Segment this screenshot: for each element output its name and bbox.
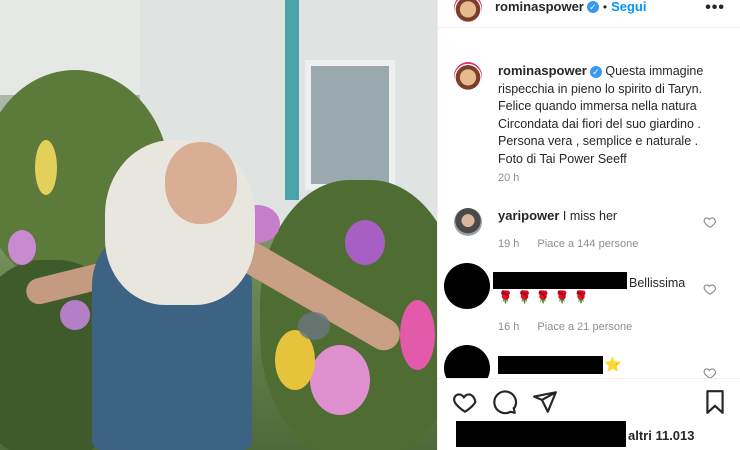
- post-photo[interactable]: [0, 0, 437, 450]
- verified-badge-icon: ✓: [589, 65, 602, 78]
- caption-line: Circondata dai fiori del suo giardino .: [498, 116, 701, 131]
- photo-flower: [345, 220, 385, 265]
- redacted-liker-name: [456, 421, 626, 447]
- caption-username[interactable]: rominaspower: [498, 63, 587, 78]
- photo-flower: [35, 140, 57, 195]
- commenter-avatar[interactable]: [454, 208, 482, 236]
- comment-timestamp[interactable]: 16 h: [498, 321, 519, 333]
- photo-flower: [60, 300, 90, 330]
- caption-timestamp[interactable]: 20 h: [498, 172, 519, 184]
- caption-line: rominaspower ✓ Questa immagine: [498, 62, 734, 81]
- comment-text: Bellissima: [629, 276, 686, 290]
- caption-line: rispecchia in pieno lo spirito di Taryn.: [498, 81, 703, 96]
- comment-icon[interactable]: [492, 389, 518, 415]
- comment-username[interactable]: yaripower: [498, 208, 559, 223]
- redacted-username: [493, 272, 627, 289]
- comment-text: I miss her: [562, 209, 618, 223]
- verified-badge-icon: ✓: [586, 0, 599, 13]
- bookmark-icon[interactable]: [702, 389, 728, 415]
- caption-line: Persona vera , semplice e naturale .: [498, 134, 699, 148]
- post-header: rominaspower ✓ • Segui •••: [438, 0, 740, 28]
- follow-button[interactable]: Segui: [611, 0, 646, 14]
- separator-dot: •: [602, 0, 608, 14]
- house-trim: [285, 0, 299, 200]
- caption-text: Questa immagine: [605, 64, 704, 78]
- more-options-icon[interactable]: •••: [705, 0, 725, 17]
- redacted-username: [498, 356, 603, 374]
- action-bar: altri 11.013: [438, 378, 740, 450]
- header-user: rominaspower ✓ • Segui: [495, 0, 646, 16]
- username-link[interactable]: rominaspower: [495, 0, 584, 14]
- comment-meta: 16 h Piace a 21 persone: [498, 321, 632, 333]
- house-window: [305, 60, 395, 190]
- comment-emoji: 🌹🌹🌹🌹🌹: [498, 290, 593, 304]
- photo-flower: [400, 300, 435, 370]
- photo-flower: [8, 230, 36, 265]
- share-icon[interactable]: [532, 389, 558, 415]
- comment-like-heart-icon[interactable]: [703, 282, 717, 296]
- caption-line: Foto di Tai Power Seeff: [498, 151, 627, 166]
- caption-line: Felice quando immersa nella natura: [498, 99, 697, 113]
- likes-count[interactable]: altri 11.013: [628, 428, 695, 443]
- comment-emoji: ⭐: [604, 356, 622, 372]
- heart-icon[interactable]: [452, 389, 478, 415]
- comment-like-heart-icon[interactable]: [703, 215, 717, 229]
- post-side-panel: rominaspower ✓ • Segui ••• rominaspower ✓ Qu…: [437, 0, 740, 450]
- comment-meta: 19 h Piace a 144 persone: [498, 238, 638, 250]
- avatar[interactable]: [454, 0, 482, 22]
- photo-tattoo: [298, 312, 330, 340]
- comment: yaripower I miss her: [498, 208, 617, 223]
- comment-timestamp[interactable]: 19 h: [498, 238, 519, 250]
- comment-likes[interactable]: Piace a 21 persone: [537, 321, 632, 333]
- photo-face: [165, 142, 237, 224]
- post-caption: rominaspower ✓ Questa immagine rispecchia…: [498, 62, 734, 168]
- redacted-avatar: [444, 263, 490, 309]
- comment-likes[interactable]: Piace a 144 persone: [537, 238, 638, 250]
- caption-avatar[interactable]: [454, 62, 482, 90]
- photo-flower: [310, 345, 370, 415]
